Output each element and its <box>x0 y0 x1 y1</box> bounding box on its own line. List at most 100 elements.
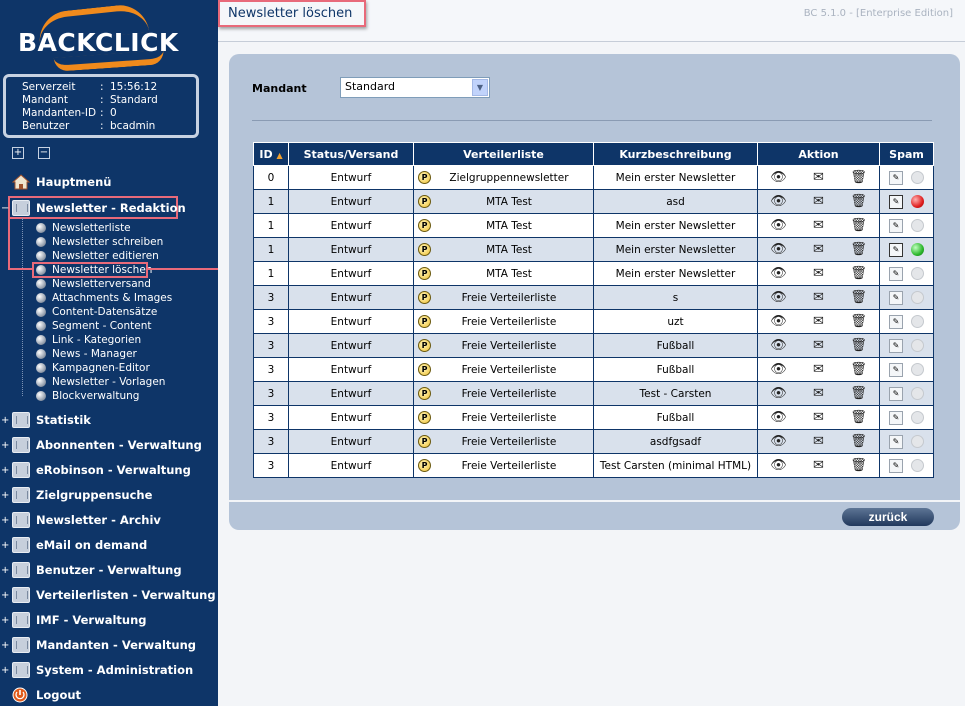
sidebar-nav-item[interactable]: eMail on demand <box>12 535 147 555</box>
trash-icon[interactable]: 🗑 <box>839 194 879 209</box>
expand-icon[interactable]: + <box>1 616 9 626</box>
trash-icon[interactable]: 🗑 <box>839 314 879 329</box>
spam-check-icon[interactable]: ✎ <box>889 266 903 281</box>
expand-icon[interactable]: + <box>1 541 9 551</box>
spam-check-icon[interactable]: ✎ <box>889 290 903 305</box>
sidebar-subitem[interactable]: Newsletter - Vorlagen <box>36 375 165 389</box>
trash-icon[interactable]: 🗑 <box>839 266 879 281</box>
expand-all-button[interactable]: + <box>12 147 24 159</box>
spam-check-icon[interactable]: ✎ <box>889 218 903 233</box>
sidebar-subitem[interactable]: Attachments & Images <box>36 291 172 305</box>
trash-icon[interactable]: 🗑 <box>839 386 879 401</box>
copy-icon[interactable]: ✉ <box>799 170 839 185</box>
cell-kurzbeschreibung: Test - Carsten <box>593 381 758 406</box>
expand-icon[interactable]: + <box>1 441 9 451</box>
col-verteilerliste-header[interactable]: Verteilerliste <box>413 142 594 166</box>
view-icon[interactable]: 👁 <box>759 266 799 281</box>
view-icon[interactable]: 👁 <box>759 434 799 449</box>
sidebar-subitem[interactable]: Link - Kategorien <box>36 333 141 347</box>
copy-icon[interactable]: ✉ <box>799 266 839 281</box>
sidebar-subitem[interactable]: Newsletterliste <box>36 221 131 235</box>
view-icon[interactable]: 👁 <box>759 290 799 305</box>
view-icon[interactable]: 👁 <box>759 242 799 257</box>
spam-check-icon[interactable]: ✎ <box>889 386 903 401</box>
copy-icon[interactable]: ✉ <box>799 290 839 305</box>
sidebar-nav-item[interactable]: System - Administration <box>12 660 193 680</box>
collapse-all-button[interactable]: − <box>38 147 50 159</box>
back-button[interactable]: zurück <box>842 508 934 526</box>
sidebar-subitem[interactable]: Newsletter schreiben <box>36 235 163 249</box>
expand-icon[interactable]: + <box>1 516 9 526</box>
view-icon[interactable]: 👁 <box>759 314 799 329</box>
sidebar-subitem[interactable]: Kampagnen-Editor <box>36 361 150 375</box>
spam-check-icon[interactable]: ✎ <box>889 314 903 329</box>
sidebar-nav-item[interactable]: eRobinson - Verwaltung <box>12 460 191 480</box>
trash-icon[interactable]: 🗑 <box>839 218 879 233</box>
trash-icon[interactable]: 🗑 <box>839 410 879 425</box>
sidebar-nav-item[interactable]: Abonnenten - Verwaltung <box>12 435 202 455</box>
chevron-down-icon[interactable]: ▼ <box>472 79 488 96</box>
trash-icon[interactable]: 🗑 <box>839 242 879 257</box>
copy-icon[interactable]: ✉ <box>799 218 839 233</box>
sidebar-nav-item[interactable]: Zielgruppensuche <box>12 485 152 505</box>
sidebar-subitem[interactable]: Newsletterversand <box>36 277 151 291</box>
trash-icon[interactable]: 🗑 <box>839 290 879 305</box>
view-icon[interactable]: 👁 <box>759 458 799 473</box>
view-icon[interactable]: 👁 <box>759 338 799 353</box>
trash-icon[interactable]: 🗑 <box>839 434 879 449</box>
col-kurzbeschreibung-header[interactable]: Kurzbeschreibung <box>593 142 758 166</box>
expand-icon[interactable]: + <box>1 416 9 426</box>
sidebar-subitem[interactable]: News - Manager <box>36 347 137 361</box>
sidebar-nav-item[interactable]: Newsletter - Archiv <box>12 510 161 530</box>
trash-icon[interactable]: 🗑 <box>839 338 879 353</box>
copy-icon[interactable]: ✉ <box>799 242 839 257</box>
spam-check-icon[interactable]: ✎ <box>889 242 903 257</box>
sidebar-subitem[interactable]: Newsletter editieren <box>36 249 159 263</box>
copy-icon[interactable]: ✉ <box>799 338 839 353</box>
collapse-redaktion-icon[interactable]: − <box>1 204 9 214</box>
sidebar-nav-item[interactable]: Mandanten - Verwaltung <box>12 635 196 655</box>
expand-icon[interactable]: + <box>1 641 9 651</box>
trash-icon[interactable]: 🗑 <box>839 170 879 185</box>
col-status-header[interactable]: Status/Versand <box>288 142 414 166</box>
spam-check-icon[interactable]: ✎ <box>889 410 903 425</box>
sidebar-subitem[interactable]: Blockverwaltung <box>36 389 139 403</box>
col-id-header[interactable]: ID ▲ <box>253 142 289 166</box>
sidebar-nav-item[interactable]: Verteilerlisten - Verwaltung <box>12 585 216 605</box>
spam-check-icon[interactable]: ✎ <box>889 170 903 185</box>
spam-check-icon[interactable]: ✎ <box>889 362 903 377</box>
view-icon[interactable]: 👁 <box>759 410 799 425</box>
expand-icon[interactable]: + <box>1 591 9 601</box>
copy-icon[interactable]: ✉ <box>799 434 839 449</box>
expand-icon[interactable]: + <box>1 666 9 676</box>
view-icon[interactable]: 👁 <box>759 194 799 209</box>
spam-check-icon[interactable]: ✎ <box>889 434 903 449</box>
nav-logout[interactable]: Logout <box>12 685 81 705</box>
nav-newsletter-redaktion[interactable]: Newsletter - Redaktion <box>12 198 186 218</box>
view-icon[interactable]: 👁 <box>759 386 799 401</box>
copy-icon[interactable]: ✉ <box>799 458 839 473</box>
sidebar-nav-item[interactable]: Benutzer - Verwaltung <box>12 560 182 580</box>
view-icon[interactable]: 👁 <box>759 170 799 185</box>
sidebar-subitem[interactable]: Segment - Content <box>36 319 151 333</box>
nav-hauptmenu[interactable]: Hauptmenü <box>11 172 111 192</box>
mandant-select[interactable]: Standard ▼ <box>340 77 490 98</box>
copy-icon[interactable]: ✉ <box>799 314 839 329</box>
copy-icon[interactable]: ✉ <box>799 362 839 377</box>
copy-icon[interactable]: ✉ <box>799 194 839 209</box>
copy-icon[interactable]: ✉ <box>799 386 839 401</box>
trash-icon[interactable]: 🗑 <box>839 458 879 473</box>
view-icon[interactable]: 👁 <box>759 362 799 377</box>
copy-icon[interactable]: ✉ <box>799 410 839 425</box>
expand-icon[interactable]: + <box>1 466 9 476</box>
spam-check-icon[interactable]: ✎ <box>889 458 903 473</box>
sidebar-nav-item[interactable]: IMF - Verwaltung <box>12 610 147 630</box>
expand-icon[interactable]: + <box>1 491 9 501</box>
sidebar-subitem[interactable]: Content-Datensätze <box>36 305 157 319</box>
spam-check-icon[interactable]: ✎ <box>889 338 903 353</box>
spam-check-icon[interactable]: ✎ <box>889 194 903 209</box>
view-icon[interactable]: 👁 <box>759 218 799 233</box>
trash-icon[interactable]: 🗑 <box>839 362 879 377</box>
sidebar-nav-item[interactable]: Statistik <box>12 410 91 430</box>
expand-icon[interactable]: + <box>1 566 9 576</box>
